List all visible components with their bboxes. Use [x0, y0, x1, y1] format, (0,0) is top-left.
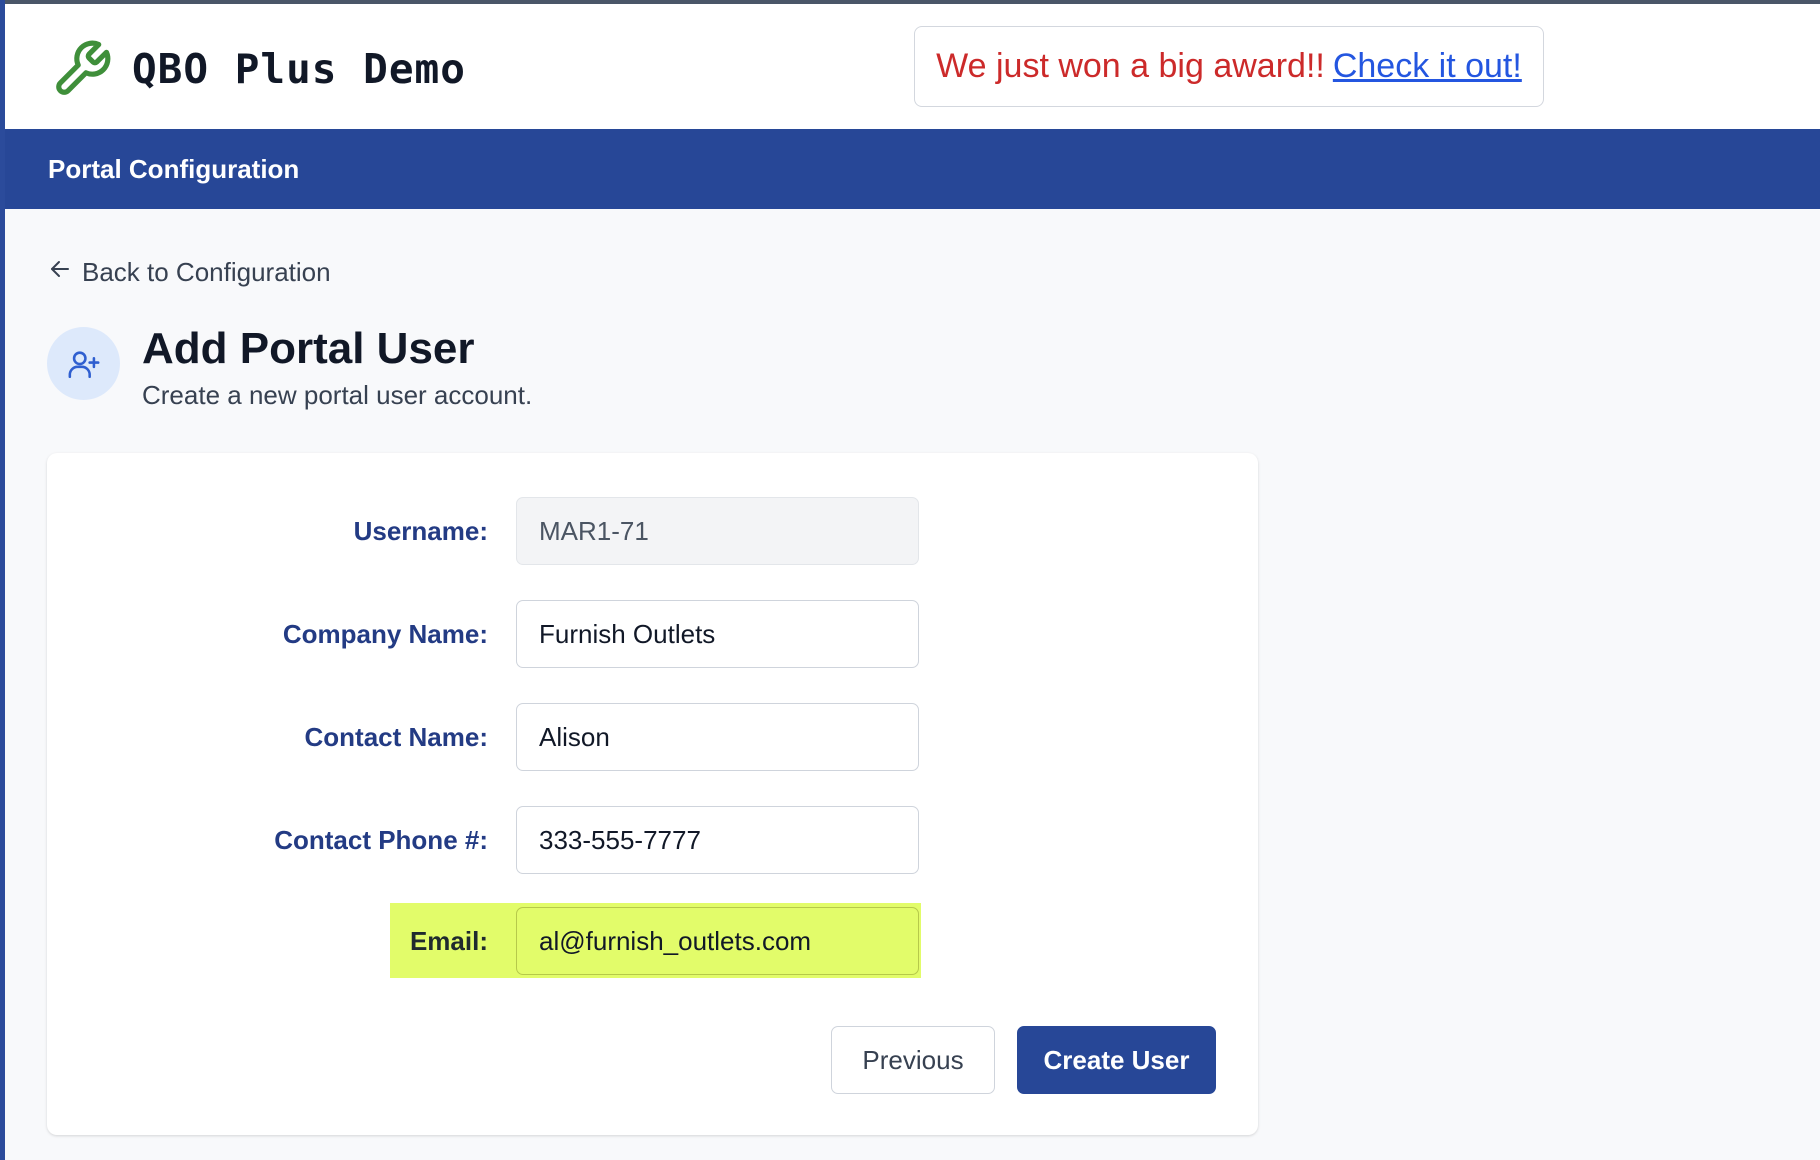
create-user-button[interactable]: Create User: [1017, 1026, 1216, 1094]
contact-name-label: Contact Name:: [304, 721, 488, 752]
app-title: QBO Plus Demo: [132, 45, 466, 93]
page-subtitle: Create a new portal user account.: [142, 380, 533, 410]
contact-name-row: Contact Name:: [47, 703, 1258, 771]
contact-name-field[interactable]: [516, 703, 919, 771]
announcement-banner: We just won a big award!! Check it out!: [914, 26, 1544, 107]
email-row: Email:: [47, 907, 1258, 975]
nav-title[interactable]: Portal Configuration: [48, 151, 299, 187]
username-field[interactable]: [516, 497, 919, 565]
contact-phone-field[interactable]: [516, 806, 919, 874]
contact-phone-label: Contact Phone #:: [274, 824, 488, 855]
announcement-link[interactable]: Check it out!: [1333, 47, 1522, 86]
company-name-field[interactable]: [516, 600, 919, 668]
page-title: Add Portal User: [142, 324, 475, 373]
contact-phone-row: Contact Phone #:: [47, 806, 1258, 874]
back-link-label: Back to Configuration: [82, 256, 331, 287]
company-name-row: Company Name:: [47, 600, 1258, 668]
announcement-text: We just won a big award!!: [936, 47, 1325, 85]
username-row: Username:: [47, 497, 1258, 565]
arrow-left-icon: [48, 257, 82, 288]
previous-button[interactable]: Previous: [831, 1026, 995, 1094]
email-field[interactable]: [516, 907, 919, 975]
username-label: Username:: [353, 515, 488, 546]
back-to-configuration-link[interactable]: Back to Configuration: [48, 254, 331, 290]
add-user-form: Username: Company Name: Contact Name: Co…: [47, 453, 1258, 1135]
email-label: Email:: [409, 925, 488, 956]
company-name-label: Company Name:: [282, 618, 488, 649]
nav-bar: Portal Configuration: [5, 129, 1820, 209]
app-header: QBO Plus Demo We just won a big award!! …: [5, 4, 1820, 129]
user-plus-icon: [47, 327, 120, 400]
wrench-icon: [51, 38, 113, 100]
